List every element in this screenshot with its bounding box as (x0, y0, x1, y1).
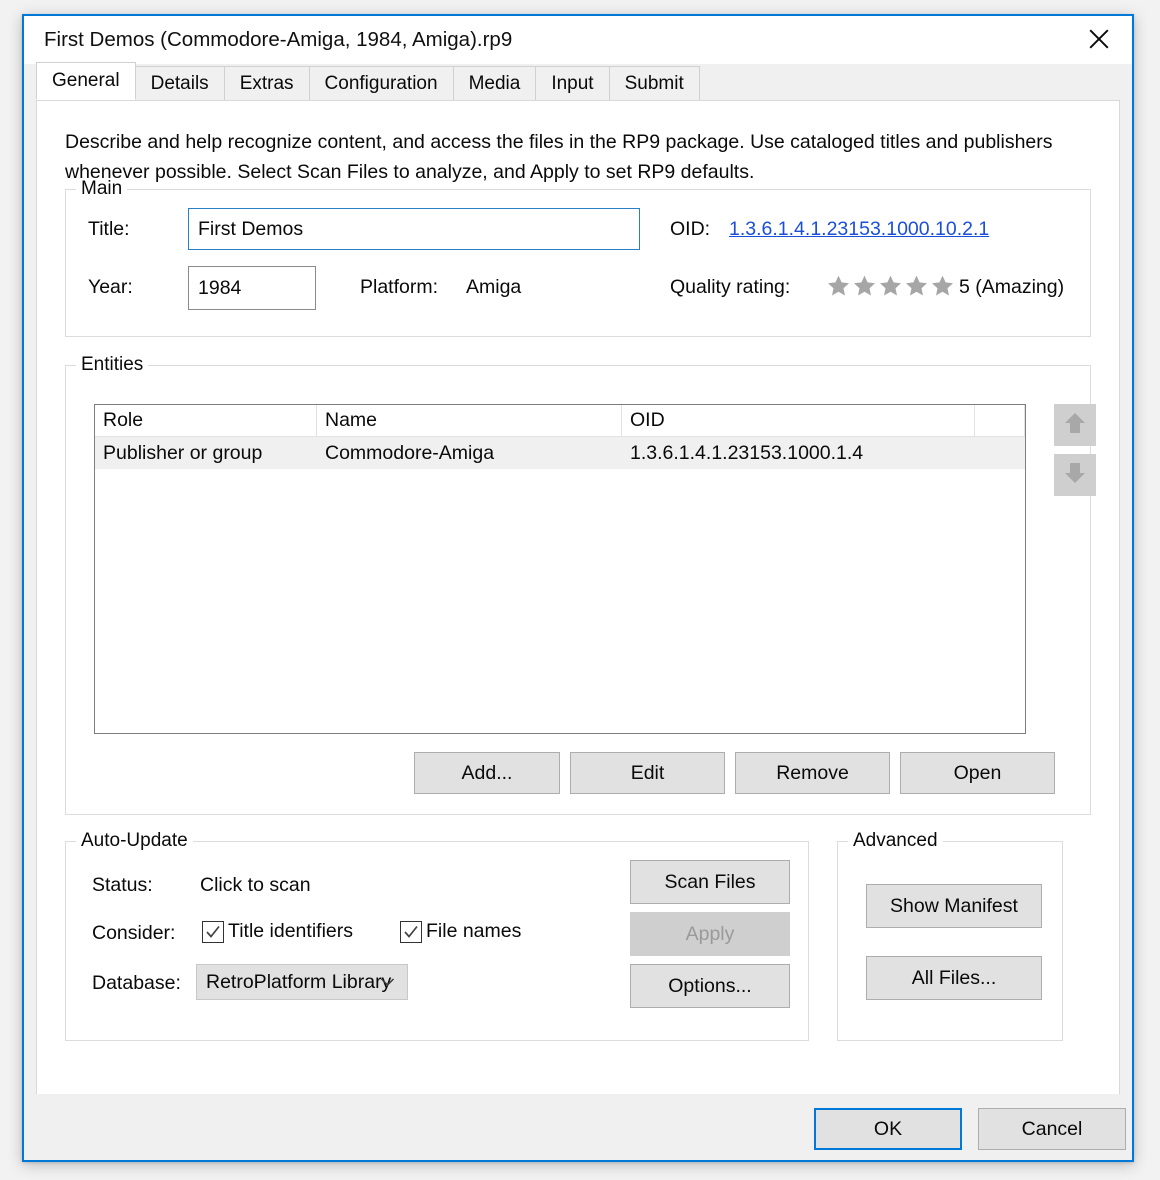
column-header-extra[interactable] (975, 405, 1025, 437)
tab-configuration[interactable]: Configuration (309, 66, 454, 100)
open-entity-label: Open (954, 762, 1002, 785)
scan-files-button[interactable]: Scan Files (630, 860, 790, 904)
tab-general[interactable]: General (36, 62, 136, 100)
ok-label: OK (874, 1118, 902, 1141)
options-button[interactable]: Options... (630, 964, 790, 1008)
oid-label: OID: (670, 218, 710, 241)
window-title: First Demos (Commodore-Amiga, 1984, Amig… (44, 28, 512, 52)
remove-entity-label: Remove (776, 762, 849, 785)
scan-files-label: Scan Files (664, 871, 755, 894)
show-manifest-button[interactable]: Show Manifest (866, 884, 1042, 928)
cell-role: Publisher or group (95, 437, 317, 469)
add-entity-button[interactable]: Add... (414, 752, 560, 794)
edit-entity-label: Edit (631, 762, 665, 785)
entities-group-legend: Entities (76, 354, 148, 376)
description-text: Describe and help recognize content, and… (65, 127, 1075, 187)
star-icon (878, 274, 903, 298)
checkbox-box (202, 921, 224, 943)
auto-update-group-legend: Auto-Update (76, 830, 193, 852)
title-label: Title: (88, 218, 130, 241)
ok-button[interactable]: OK (814, 1108, 962, 1150)
tab-bar: General Details Extras Configuration Med… (36, 64, 1120, 100)
all-files-button[interactable]: All Files... (866, 956, 1042, 1000)
quality-rating-value: 5 (Amazing) (959, 276, 1064, 299)
checkbox-file-names[interactable]: File names (400, 920, 521, 943)
platform-value: Amiga (466, 276, 521, 299)
entities-list-header: Role Name OID (95, 405, 1025, 437)
tab-input[interactable]: Input (535, 66, 609, 100)
open-entity-button[interactable]: Open (900, 752, 1055, 794)
checkbox-title-identifiers-label: Title identifiers (228, 920, 353, 943)
apply-label: Apply (686, 923, 735, 946)
tab-label: Submit (625, 73, 684, 95)
edit-entity-button[interactable]: Edit (570, 752, 725, 794)
tab-label: Extras (240, 73, 294, 95)
screen: First Demos (Commodore-Amiga, 1984, Amig… (0, 0, 1160, 1180)
title-input[interactable]: First Demos (188, 208, 640, 250)
tab-label: Configuration (325, 73, 438, 95)
year-label: Year: (88, 276, 133, 299)
arrow-up-icon (1062, 410, 1088, 441)
main-group: Main Title: First Demos Year: 1984 Platf… (65, 189, 1091, 337)
dialog-window: First Demos (Commodore-Amiga, 1984, Amig… (22, 14, 1134, 1162)
checkbox-title-identifiers[interactable]: Title identifiers (202, 920, 353, 943)
all-files-label: All Files... (912, 967, 997, 990)
star-icon (852, 274, 877, 298)
star-icon (826, 274, 851, 298)
status-label: Status: (92, 874, 153, 897)
database-select[interactable]: RetroPlatform Library (196, 964, 408, 1000)
star-icon (930, 274, 955, 298)
move-up-button[interactable] (1054, 404, 1096, 446)
title-bar: First Demos (Commodore-Amiga, 1984, Amig… (24, 16, 1132, 64)
cell-oid: 1.3.6.1.4.1.23153.1000.1.4 (622, 437, 975, 469)
tab-extras[interactable]: Extras (224, 66, 310, 100)
tab-media[interactable]: Media (453, 66, 537, 100)
tab-label: Media (469, 73, 521, 95)
quality-rating-label: Quality rating: (670, 276, 790, 299)
database-select-value: RetroPlatform Library (206, 971, 391, 994)
entities-group: Entities Role Name OID Publisher or grou… (65, 365, 1091, 815)
move-down-button[interactable] (1054, 454, 1096, 496)
options-label: Options... (668, 975, 751, 998)
tab-label: Details (151, 73, 209, 95)
table-row[interactable]: Publisher or group Commodore-Amiga 1.3.6… (95, 437, 1025, 469)
star-icon (904, 274, 929, 298)
checkbox-file-names-label: File names (426, 920, 521, 943)
auto-update-group: Auto-Update Status: Click to scan Consid… (65, 841, 809, 1041)
show-manifest-label: Show Manifest (890, 895, 1018, 918)
year-input-value: 1984 (198, 277, 241, 300)
year-input[interactable]: 1984 (188, 266, 316, 310)
consider-label: Consider: (92, 922, 175, 945)
dialog-footer: OK Cancel (24, 1094, 1132, 1160)
status-value: Click to scan (200, 874, 311, 897)
cell-name: Commodore-Amiga (317, 437, 622, 469)
tab-label: General (52, 70, 120, 92)
title-input-value: First Demos (198, 218, 303, 241)
remove-entity-button[interactable]: Remove (735, 752, 890, 794)
column-header-oid[interactable]: OID (622, 405, 975, 437)
database-label: Database: (92, 972, 181, 995)
quality-rating-stars[interactable] (826, 274, 955, 298)
tab-details[interactable]: Details (135, 66, 225, 100)
advanced-group: Advanced Show Manifest All Files... (837, 841, 1063, 1041)
checkbox-box (400, 921, 422, 943)
tab-label: Input (551, 73, 593, 95)
tab-panel-general: Describe and help recognize content, and… (36, 100, 1120, 1098)
tab-submit[interactable]: Submit (609, 66, 700, 100)
entities-list[interactable]: Role Name OID Publisher or group Commodo… (94, 404, 1026, 734)
column-header-role[interactable]: Role (95, 405, 317, 437)
arrow-down-icon (1062, 460, 1088, 491)
apply-button: Apply (630, 912, 790, 956)
add-entity-label: Add... (462, 762, 513, 785)
close-icon (1088, 28, 1110, 50)
oid-link[interactable]: 1.3.6.1.4.1.23153.1000.10.2.1 (729, 218, 989, 241)
platform-label: Platform: (360, 276, 438, 299)
advanced-group-legend: Advanced (848, 830, 943, 852)
main-group-legend: Main (76, 178, 127, 200)
chevron-down-icon (380, 977, 395, 987)
close-button[interactable] (1066, 16, 1132, 62)
cancel-button[interactable]: Cancel (978, 1108, 1126, 1150)
cancel-label: Cancel (1022, 1118, 1083, 1141)
column-header-name[interactable]: Name (317, 405, 622, 437)
